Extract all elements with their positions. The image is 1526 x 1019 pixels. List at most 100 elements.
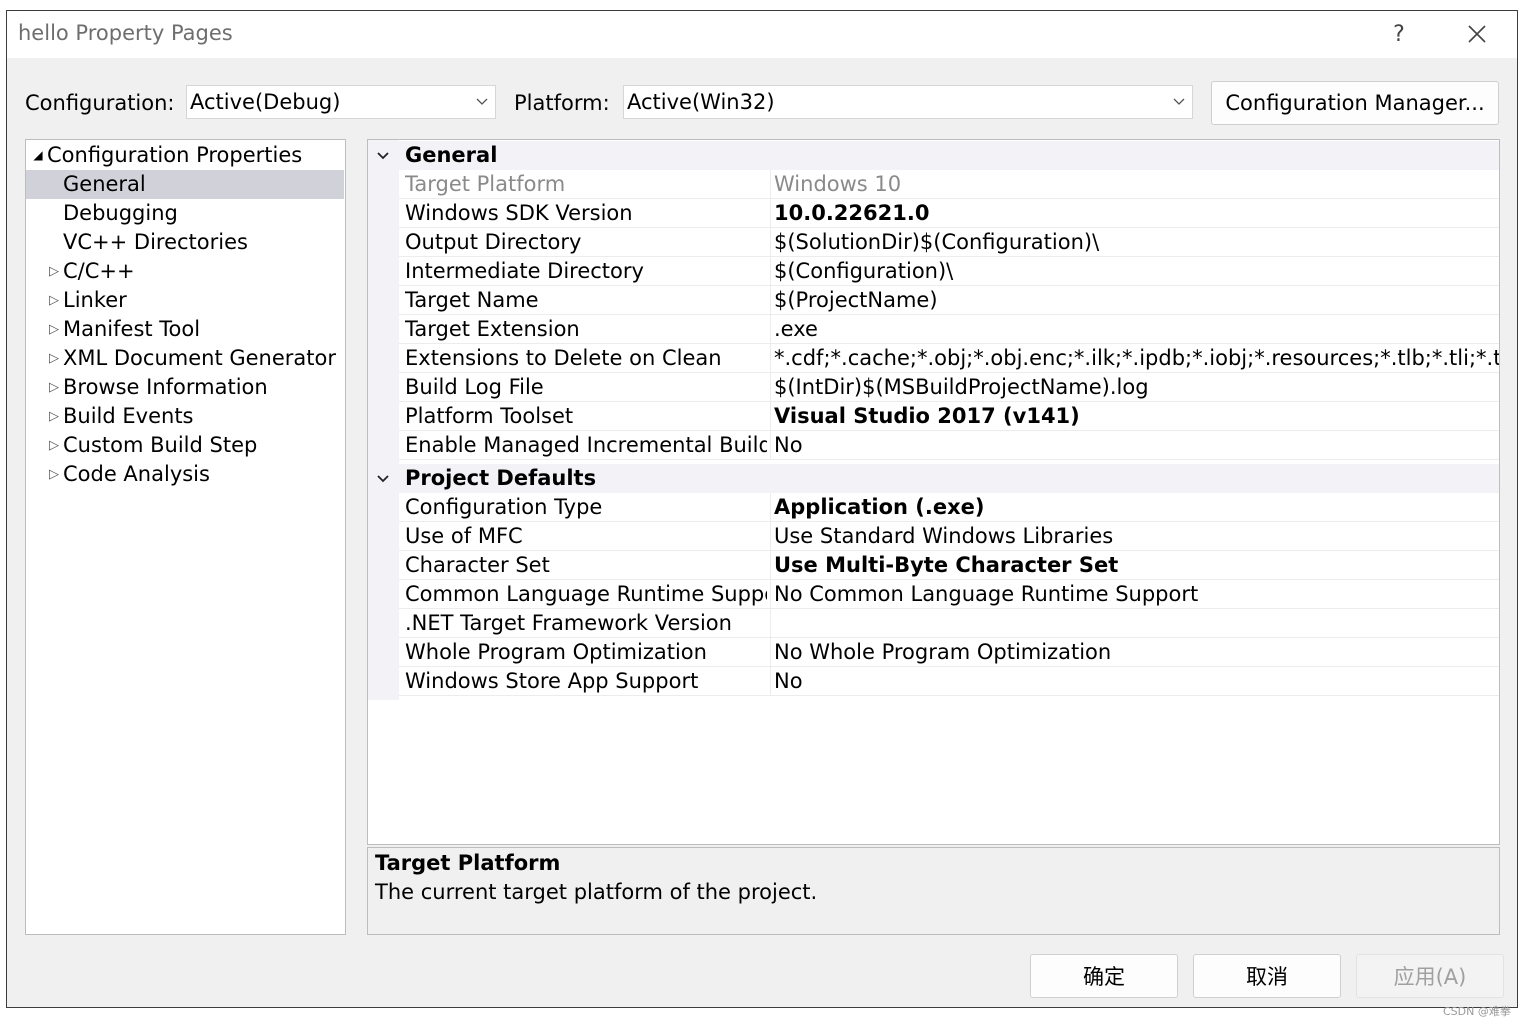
- collapsed-arrow-icon[interactable]: ▷: [46, 315, 62, 344]
- collapsed-arrow-icon[interactable]: ▷: [46, 431, 62, 460]
- property-name: .NET Target Framework Version: [405, 611, 732, 635]
- description-text: The current target platform of the proje…: [375, 880, 818, 904]
- apply-button[interactable]: 应用(A): [1356, 954, 1504, 998]
- tree-item-general[interactable]: General: [26, 170, 344, 199]
- property-row-build-log-file[interactable]: Build Log File $(IntDir)$(MSBuildProject…: [399, 373, 1499, 402]
- tree-item-label: Browse Information: [63, 375, 268, 399]
- property-row-configuration-type[interactable]: Configuration Type Application (.exe): [399, 493, 1499, 522]
- property-row-target-platform[interactable]: Target Platform Windows 10: [399, 170, 1499, 199]
- watermark: CSDN @难拳: [1443, 1005, 1511, 1018]
- property-value: Use Standard Windows Libraries: [774, 524, 1114, 548]
- tree-item-label: Build Events: [63, 404, 194, 428]
- property-name: Windows SDK Version: [405, 201, 633, 225]
- column-divider: [770, 199, 771, 228]
- property-row-extensions-to-delete-on-clean[interactable]: Extensions to Delete on Clean *.cdf;*.ca…: [399, 344, 1499, 373]
- collapsed-arrow-icon[interactable]: ▷: [46, 286, 62, 315]
- column-divider: [770, 286, 771, 315]
- category-general[interactable]: General: [368, 141, 1499, 170]
- chevron-down-icon[interactable]: [376, 464, 390, 493]
- property-value: $(SolutionDir)$(Configuration)\: [774, 230, 1100, 254]
- property-name: Platform Toolset: [405, 404, 574, 428]
- configuration-dropdown[interactable]: Active(Debug): [186, 85, 496, 119]
- category-project-defaults[interactable]: Project Defaults: [368, 464, 1499, 493]
- ok-button[interactable]: 确定: [1030, 954, 1178, 998]
- collapsed-arrow-icon[interactable]: ▷: [46, 344, 62, 373]
- tree-item-build-events[interactable]: ▷ Build Events: [26, 402, 344, 431]
- configuration-value: Active(Debug): [190, 90, 341, 114]
- platform-dropdown[interactable]: Active(Win32): [623, 85, 1193, 119]
- property-row-windows-store-app-support[interactable]: Windows Store App Support No: [399, 667, 1499, 696]
- property-row-windows-sdk-version[interactable]: Windows SDK Version 10.0.22621.0: [399, 199, 1499, 228]
- column-divider: [770, 667, 771, 696]
- property-value: $(Configuration)\: [774, 259, 954, 283]
- property-row-net-target-framework-version[interactable]: .NET Target Framework Version: [399, 609, 1499, 638]
- column-divider: [770, 522, 771, 551]
- property-name: Configuration Type: [405, 495, 603, 519]
- collapsed-arrow-icon[interactable]: ▷: [46, 257, 62, 286]
- tree-item-label: Code Analysis: [63, 462, 210, 486]
- property-name: Output Directory: [405, 230, 582, 254]
- collapsed-arrow-icon[interactable]: ▷: [46, 373, 62, 402]
- window-title: hello Property Pages: [18, 21, 233, 45]
- property-row-platform-toolset[interactable]: Platform Toolset Visual Studio 2017 (v14…: [399, 402, 1499, 431]
- tree-item-label: Linker: [63, 288, 127, 312]
- property-value: No Common Language Runtime Support: [774, 582, 1199, 606]
- property-row-enable-managed-incremental-build[interactable]: Enable Managed Incremental Build No: [399, 431, 1499, 460]
- collapsed-arrow-icon[interactable]: ▷: [46, 460, 62, 489]
- cancel-button[interactable]: 取消: [1193, 954, 1341, 998]
- property-pages-dialog: hello Property Pages ? Configuration: Ac…: [6, 10, 1518, 1018]
- close-icon: [1468, 25, 1486, 43]
- configuration-manager-button[interactable]: Configuration Manager...: [1211, 81, 1499, 125]
- configuration-label: Configuration:: [25, 91, 175, 115]
- tree-item-manifest-tool[interactable]: ▷ Manifest Tool: [26, 315, 344, 344]
- platform-value: Active(Win32): [627, 90, 775, 114]
- property-value: 10.0.22621.0: [774, 201, 930, 225]
- column-divider: [770, 344, 771, 373]
- tree-item-cpp[interactable]: ▷ C/C++: [26, 257, 344, 286]
- help-button[interactable]: ?: [1379, 17, 1419, 51]
- property-name: Whole Program Optimization: [405, 640, 707, 664]
- property-row-clr-support[interactable]: Common Language Runtime Support No Commo…: [399, 580, 1499, 609]
- tree-item-debugging[interactable]: Debugging: [26, 199, 344, 228]
- property-value: Windows 10: [774, 172, 902, 196]
- close-button[interactable]: [1457, 17, 1497, 51]
- tree-item-configuration-properties[interactable]: ◢ Configuration Properties: [26, 141, 344, 170]
- tree-item-custom-build-step[interactable]: ▷ Custom Build Step: [26, 431, 344, 460]
- tree-item-browse-information[interactable]: ▷ Browse Information: [26, 373, 344, 402]
- chevron-down-icon[interactable]: [376, 141, 390, 170]
- property-value: Application (.exe): [774, 495, 985, 519]
- property-value: .exe: [774, 317, 818, 341]
- property-row-whole-program-optimization[interactable]: Whole Program Optimization No Whole Prog…: [399, 638, 1499, 667]
- column-divider: [770, 609, 771, 638]
- expanded-arrow-icon[interactable]: ◢: [30, 141, 46, 170]
- property-row-target-extension[interactable]: Target Extension .exe: [399, 315, 1499, 344]
- column-divider: [770, 493, 771, 522]
- property-name: Character Set: [405, 553, 550, 577]
- column-divider: [770, 551, 771, 580]
- collapsed-arrow-icon[interactable]: ▷: [46, 402, 62, 431]
- property-value: $(IntDir)$(MSBuildProjectName).log: [774, 375, 1149, 399]
- property-row-character-set[interactable]: Character Set Use Multi-Byte Character S…: [399, 551, 1499, 580]
- property-name: Target Extension: [405, 317, 580, 341]
- question-mark-icon: ?: [1393, 21, 1405, 47]
- property-name: Intermediate Directory: [405, 259, 644, 283]
- tree-item-label: XML Document Generator: [63, 346, 336, 370]
- column-divider: [770, 431, 771, 460]
- category-label: General: [405, 143, 498, 167]
- tree-item-code-analysis[interactable]: ▷ Code Analysis: [26, 460, 344, 489]
- property-row-intermediate-directory[interactable]: Intermediate Directory $(Configuration)\: [399, 257, 1499, 286]
- tree-item-xml-document-generator[interactable]: ▷ XML Document Generator: [26, 344, 344, 373]
- property-row-output-directory[interactable]: Output Directory $(SolutionDir)$(Configu…: [399, 228, 1499, 257]
- tree-item-label: Configuration Properties: [47, 143, 303, 167]
- property-row-target-name[interactable]: Target Name $(ProjectName): [399, 286, 1499, 315]
- property-value: No Whole Program Optimization: [774, 640, 1112, 664]
- chevron-down-icon: [476, 98, 488, 105]
- platform-label: Platform:: [514, 91, 610, 115]
- column-divider: [770, 257, 771, 286]
- tree-item-vc-directories[interactable]: VC++ Directories: [26, 228, 344, 257]
- property-name: Windows Store App Support: [405, 669, 699, 693]
- property-row-use-of-mfc[interactable]: Use of MFC Use Standard Windows Librarie…: [399, 522, 1499, 551]
- tree-item-linker[interactable]: ▷ Linker: [26, 286, 344, 315]
- title-bar: hello Property Pages ?: [7, 11, 1517, 58]
- description-panel: Target Platform The current target platf…: [367, 847, 1500, 935]
